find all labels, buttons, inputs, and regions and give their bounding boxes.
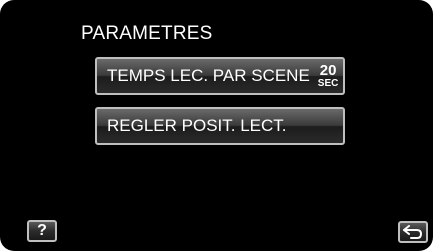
camera-lcd-screen: PARAMETRES TEMPS LEC. PAR SCENE 20 SEC R… — [0, 0, 433, 251]
scene-playback-time-button[interactable]: TEMPS LEC. PAR SCENE 20 SEC — [95, 57, 345, 95]
scene-playback-time-label: TEMPS LEC. PAR SCENE — [107, 66, 310, 85]
page-title: PARAMETRES — [81, 23, 213, 44]
set-playback-position-label: REGLER POSIT. LECT. — [107, 116, 287, 135]
back-button[interactable] — [398, 221, 428, 243]
playback-time-unit: SEC — [317, 78, 339, 89]
return-arrow-icon — [403, 225, 423, 239]
help-button[interactable]: ? — [27, 220, 57, 242]
set-playback-position-button[interactable]: REGLER POSIT. LECT. — [95, 107, 345, 145]
playback-time-value-badge: 20 SEC — [318, 63, 339, 89]
playback-time-value: 20 — [319, 62, 337, 79]
help-icon: ? — [37, 222, 47, 239]
